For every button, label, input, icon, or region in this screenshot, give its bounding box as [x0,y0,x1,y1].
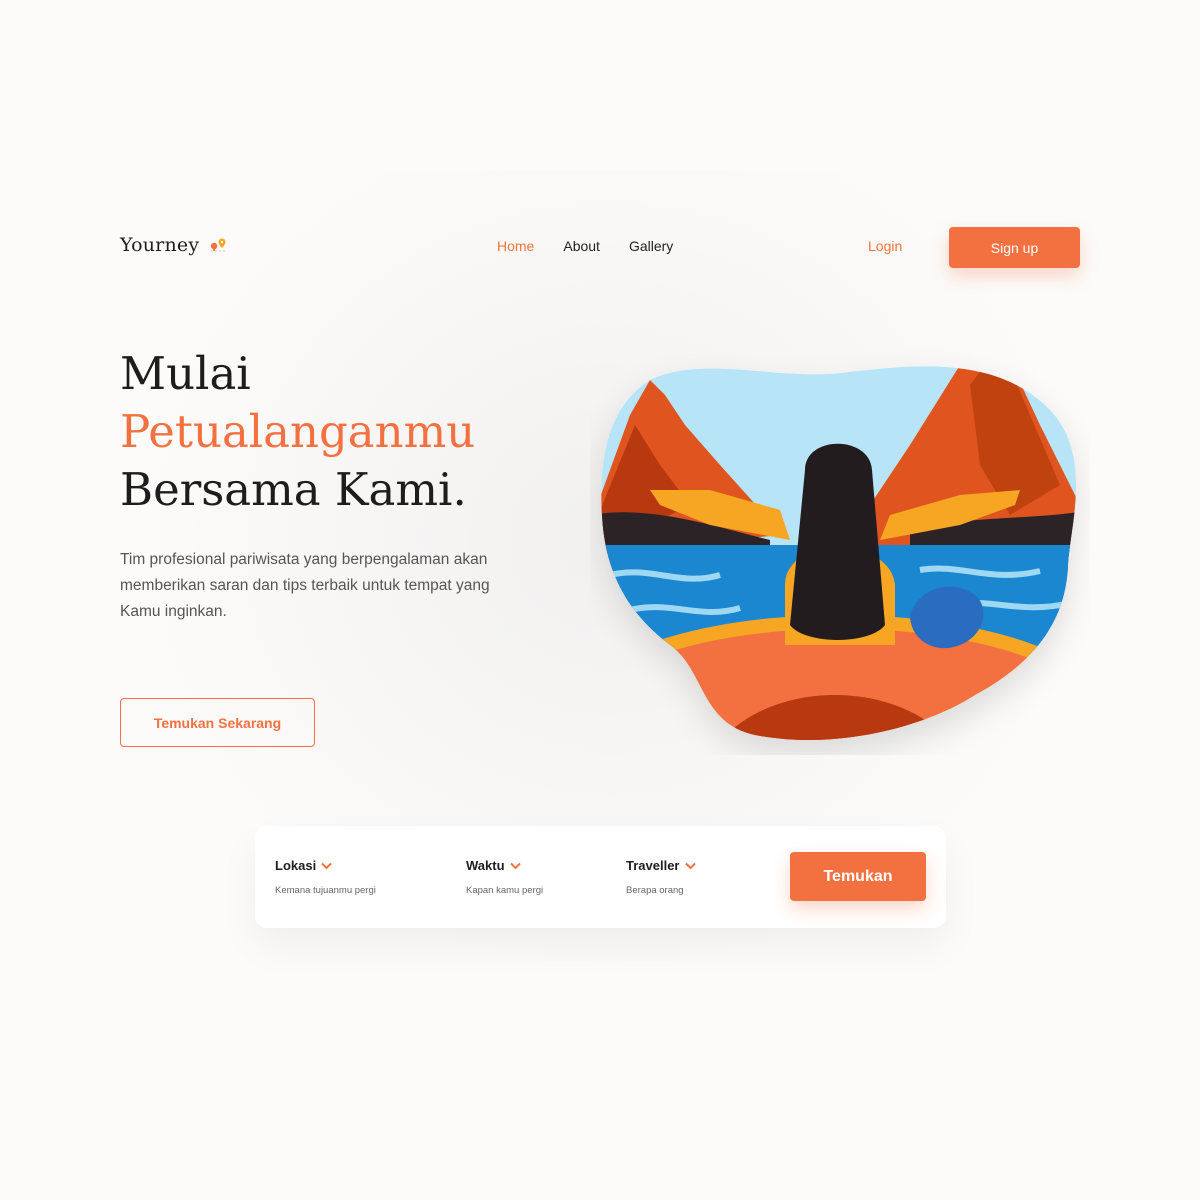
traveller-hint: Berapa orang [626,885,684,896]
nav-item-home[interactable]: Home [497,238,534,254]
traveller-label: Traveller [626,858,680,873]
time-label: Waktu [466,858,505,873]
time-field[interactable]: Waktu Kapan kamu pergi [466,858,543,896]
hero-description: Tim profesional pariwisata yang berpenga… [120,551,490,620]
chevron-down-icon [684,862,696,869]
login-link[interactable]: Login [868,238,902,254]
search-button[interactable]: Temukan [790,852,926,901]
chevron-down-icon [321,862,332,869]
time-hint: Kapan kamu pergi [466,885,544,896]
signup-button[interactable]: Sign up [949,227,1080,268]
map-pin-icon [211,238,228,252]
nav-item-about[interactable]: About [563,238,600,254]
traveller-field[interactable]: Traveller Berapa orang [626,858,696,896]
hero-title-line-1: Mulai [120,347,251,400]
brand-name: Yourney [120,234,200,256]
hero-title-line-3: Bersama Kami. [120,463,467,516]
location-hint: Kemana tujuanmu pergi [275,885,376,896]
trip-search-bar: Lokasi Kemana tujuanmu pergi Waktu Kapan… [255,826,946,928]
location-label: Lokasi [275,858,317,873]
find-now-button[interactable]: Temukan Sekarang [120,698,315,747]
location-field[interactable]: Lokasi Kemana tujuanmu pergi [275,858,376,896]
hero-title-line-2: Petualanganmu [120,405,476,458]
chevron-down-icon [509,862,521,869]
hero-title: Mulai Petualanganmu Bersama Kami. [120,345,540,519]
nav-item-gallery[interactable]: Gallery [629,238,673,254]
traveler-on-boat-illustration [601,366,1077,741]
brand-logo[interactable]: Yourney [120,234,229,256]
main-nav: Home About Gallery [497,238,673,254]
